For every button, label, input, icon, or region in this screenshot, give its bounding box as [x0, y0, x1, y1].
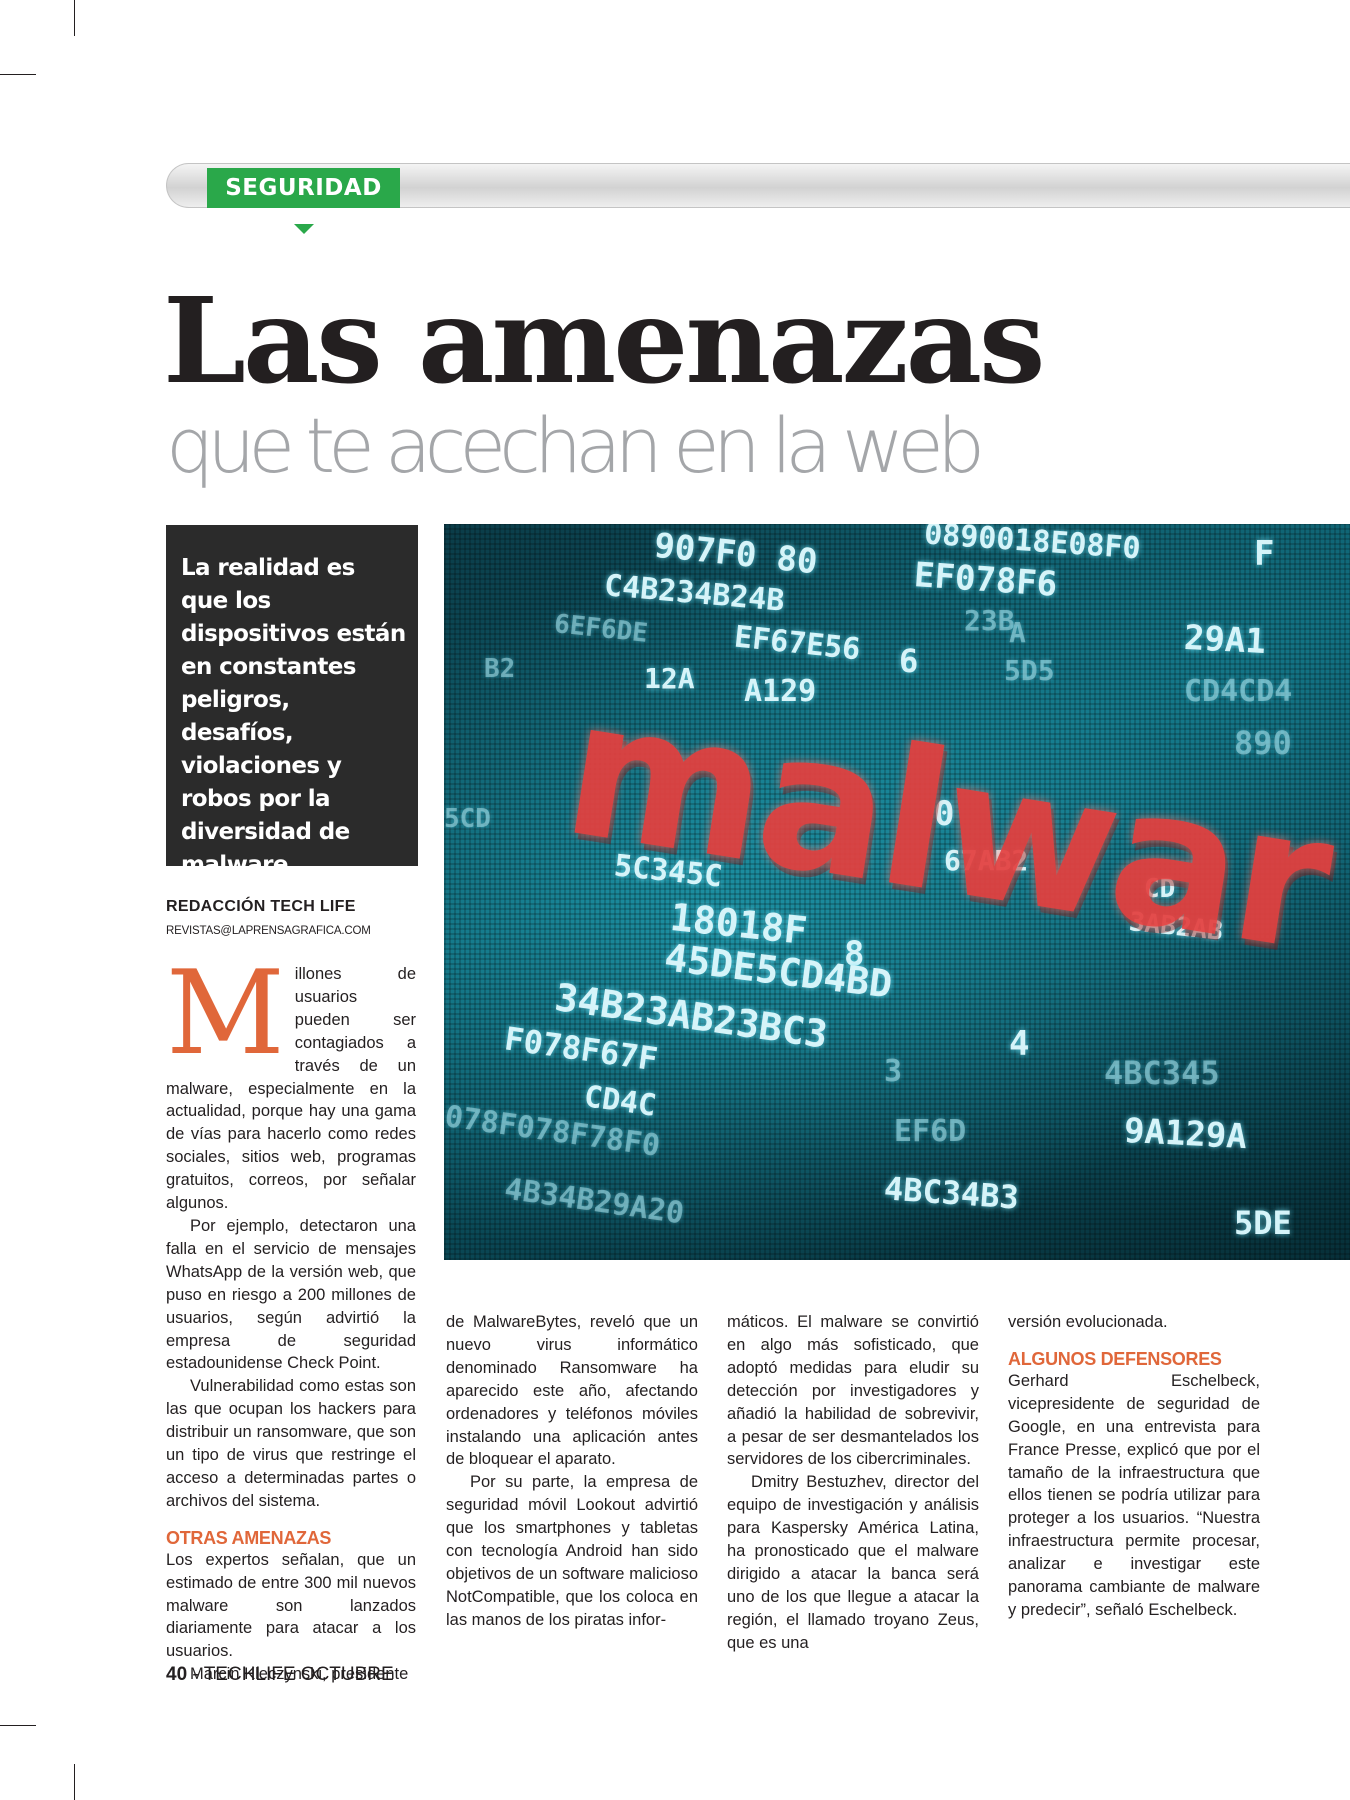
lead-text: La realidad es que los dispositivos está… [181, 555, 406, 878]
article-title: Las amenazas [163, 271, 1045, 410]
hero-hex-text: 29A1 [1183, 617, 1267, 663]
crop-mark [0, 74, 36, 75]
publication-name: TECHLIFE OCTUBRE [203, 1664, 394, 1685]
article-paragraph: Por su parte, la empresa de seguridad mó… [446, 1473, 698, 1629]
hero-hex-text: F [1254, 534, 1275, 574]
subheading-otras-amenazas: OTRAS AMENAZAS [166, 1527, 332, 1548]
hero-hex-text: 9A129A [1123, 1110, 1248, 1158]
page-folio: 40 - TECHLIFE OCTUBRE [166, 1664, 394, 1686]
article-paragraph: Dmitry Bestuzhev, director del equipo de… [727, 1473, 979, 1652]
section-arrow-icon [294, 224, 314, 234]
article-paragraph: máticos. El malware se convirtió en algo… [727, 1313, 979, 1469]
hero-image-malware: 907F0 80 0890018E08F0 F C4B234B24B EF078… [444, 524, 1350, 1260]
hero-hex-text: 4 [1009, 1024, 1030, 1064]
drop-cap: M [166, 946, 285, 1081]
article-paragraph: Gerhard Eschelbeck, vicepresidente de se… [1008, 1371, 1260, 1619]
article-paragraph: Los expertos señalan, que un estimado de… [166, 1550, 416, 1661]
article-column-1: Millones de usuarios pueden ser contagia… [166, 946, 416, 1686]
article-paragraph: Por ejemplo, detectaron una falla en el … [166, 1216, 416, 1373]
hero-hex-text: 5CD [444, 804, 491, 834]
byline-email: REVISTAS@LAPRENSAGRAFICA.COM [166, 925, 371, 937]
lead-box: La realidad es que los dispositivos está… [166, 525, 418, 878]
crop-mark [74, 1764, 75, 1800]
hero-hex-text: A [1009, 616, 1026, 649]
page-number: 40 [166, 1664, 188, 1685]
hero-hex-text: B2 [484, 654, 516, 684]
hero-hex-text: 5DE [1234, 1204, 1292, 1242]
section-label: SEGURIDAD [207, 168, 400, 208]
folio-separator: - [187, 1664, 204, 1685]
hero-hex-text: 6 [899, 642, 919, 680]
article-column-2: de MalwareBytes, reveló que un nuevo vir… [446, 1311, 698, 1632]
article-subtitle: que te acechan en la web [166, 401, 985, 490]
article-column-3: máticos. El malware se convirtió en algo… [727, 1311, 979, 1655]
hero-hex-text: EF6D [894, 1114, 967, 1149]
subheading-algunos-defensores: ALGUNOS DEFENSORES [1008, 1348, 1222, 1369]
article-paragraph: de MalwareBytes, reveló que un nuevo vir… [446, 1313, 698, 1469]
article-paragraph: Millones de usuarios pueden ser contagia… [166, 946, 416, 1213]
hero-hex-text: 5D5 [1004, 654, 1055, 687]
byline-author: REDACCIÓN TECH LIFE [166, 898, 356, 915]
article-paragraph: versión evolucionada. [1008, 1313, 1168, 1331]
article-column-4: versión evolucionada. ALGUNOS DEFENSORES… [1008, 1311, 1260, 1622]
crop-mark [0, 1725, 36, 1726]
crop-mark [74, 0, 75, 36]
hero-hex-text: 23B [964, 604, 1015, 637]
hero-hex-text: 890 [1234, 724, 1292, 762]
hero-hex-text: CD4CD4 [1184, 674, 1293, 709]
hero-hex-text: 4BC345 [1104, 1054, 1220, 1092]
hero-hex-text: 3 [884, 1054, 903, 1089]
article-paragraph: Vulnerabilidad como estas son las que oc… [166, 1377, 416, 1510]
